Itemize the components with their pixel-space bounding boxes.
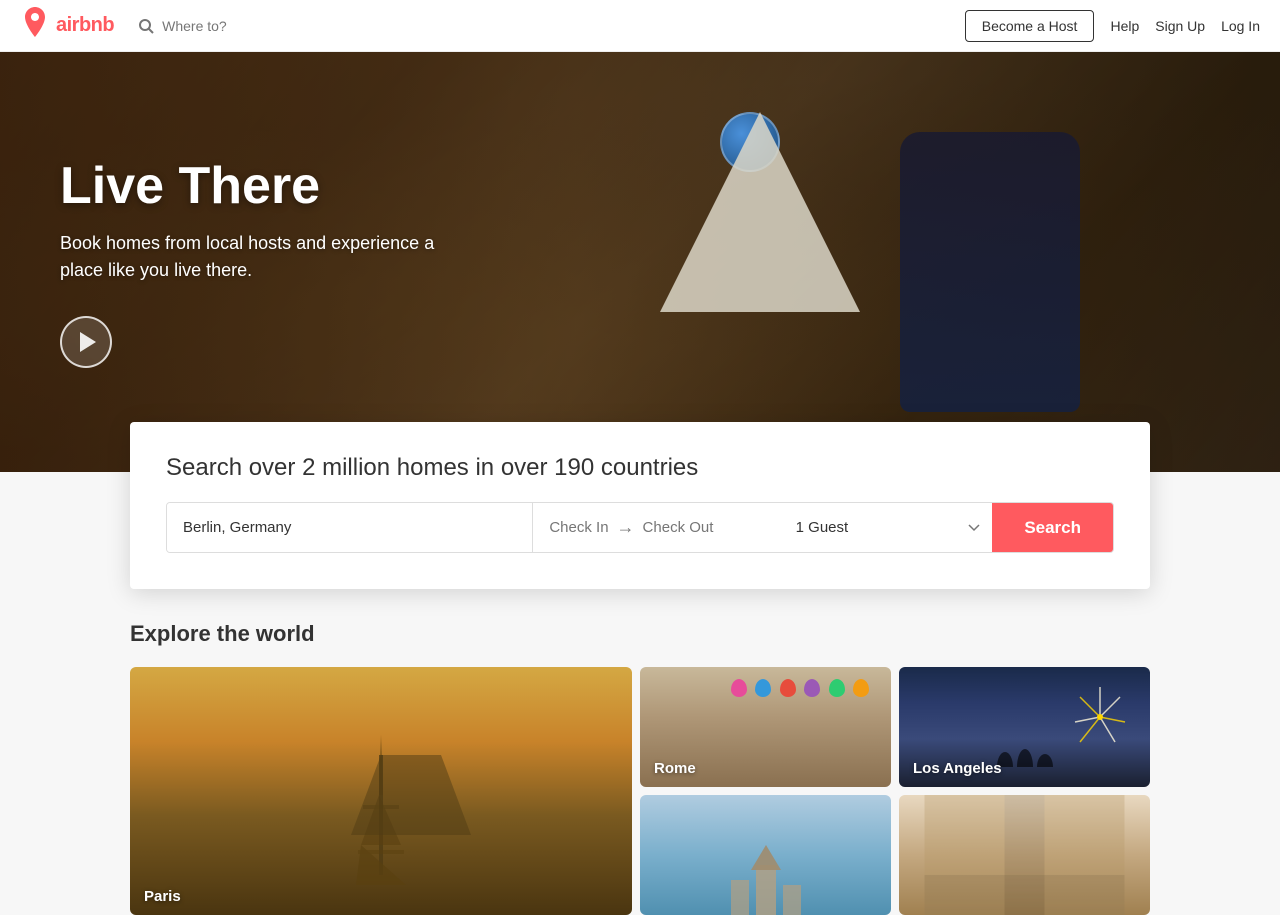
search-panel-title: Search over 2 million homes in over 190 … [166,454,1114,482]
play-button[interactable] [60,316,112,368]
hero-content: Live There Book homes from local hosts a… [0,116,500,408]
checkout-label: Check Out [643,519,714,536]
checkin-label: Check In [549,519,608,536]
person-decoration [900,132,1080,412]
checkin-field[interactable]: Check In → Check Out [533,503,779,552]
signup-link[interactable]: Sign Up [1155,18,1205,34]
become-host-button[interactable]: Become a Host [965,10,1095,42]
la-label: Los Angeles [913,760,1002,777]
navbar-actions: Become a Host Help Sign Up Log In [965,10,1260,42]
balloon-1 [731,679,747,697]
location-input[interactable] [167,503,533,552]
city-card-5[interactable] [899,795,1150,915]
airbnb-logo-icon [20,7,50,44]
eiffel-tower-icon [351,735,411,885]
navbar-search-text: Where to? [162,18,227,34]
search-icon [138,18,154,34]
balloon-5 [829,679,845,697]
explore-section: Explore the world Paris [0,589,1280,915]
balloon-6 [853,679,869,697]
balloon-3 [780,679,796,697]
navbar-search[interactable]: Where to? [138,18,227,34]
city5-street [899,795,1150,915]
help-link[interactable]: Help [1110,18,1139,34]
balloons-decoration [729,677,871,704]
login-link[interactable]: Log In [1221,18,1260,34]
city-card-la[interactable]: Los Angeles [899,667,1150,787]
city-card-rome[interactable]: Rome [640,667,891,787]
arrow-icon: → [617,517,635,538]
search-fields-container: Check In → Check Out 1 Guest 2 Guests 3 … [166,502,1114,553]
explore-title: Explore the world [130,621,1150,647]
paris-label: Paris [144,888,181,905]
city-card-paris[interactable]: Paris [130,667,632,915]
city-card-4[interactable] [640,795,891,915]
airbnb-logo[interactable]: airbnb [20,7,114,44]
hero-section: Live There Book homes from local hosts a… [0,52,1280,472]
balloon-2 [755,679,771,697]
guests-select[interactable]: 1 Guest 2 Guests 3 Guests 4 Guests 5+ Gu… [780,503,993,552]
city4-building [726,845,806,915]
hero-title: Live There [60,156,440,216]
search-button[interactable]: Search [992,503,1113,552]
city-grid: Paris Rome [130,667,1150,915]
hero-subtitle: Book homes from local hosts and experien… [60,230,440,284]
fireworks-icon [1070,677,1130,757]
balloon-4 [804,679,820,697]
navbar: airbnb Where to? Become a Host Help Sign… [0,0,1280,52]
tent-decoration [660,112,860,332]
airbnb-logo-text: airbnb [56,14,114,37]
search-panel: Search over 2 million homes in over 190 … [130,422,1150,589]
rome-label: Rome [654,760,696,777]
hero-background: Live There Book homes from local hosts a… [0,52,1280,472]
